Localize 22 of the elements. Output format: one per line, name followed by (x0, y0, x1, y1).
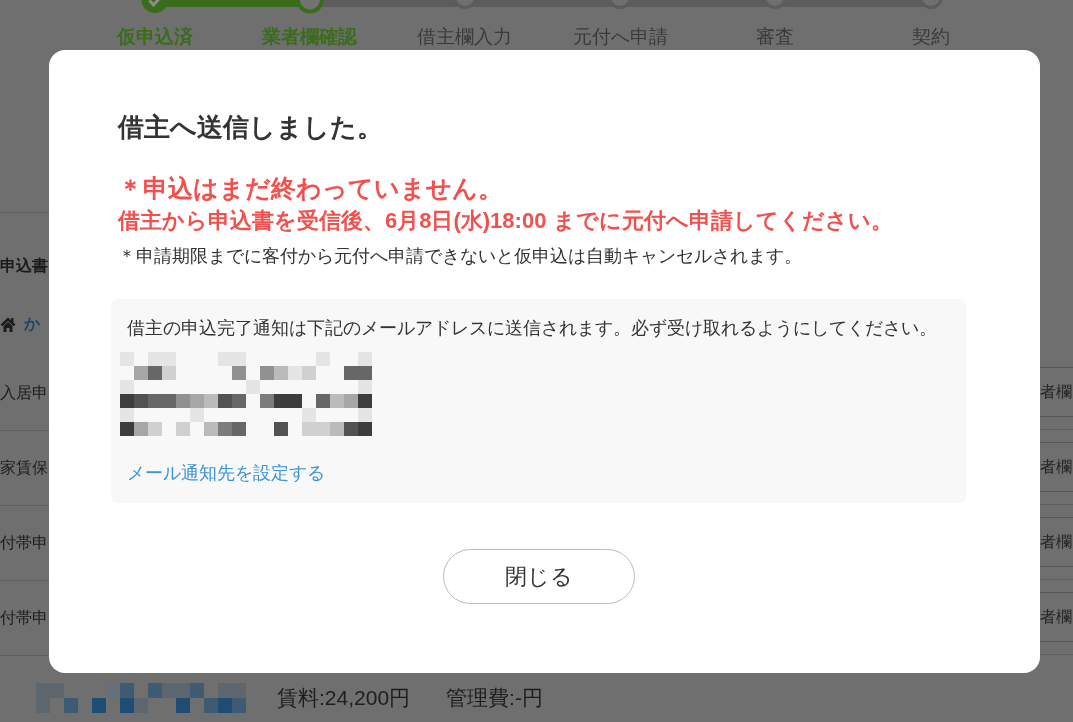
notification-settings-link[interactable]: メール通知先を設定する (127, 460, 325, 486)
row-button[interactable]: 者欄 (1040, 442, 1073, 492)
section-heading: 申込書 (0, 256, 49, 276)
warning-text: ＊申込はまだ終わっていません。 (118, 173, 504, 204)
management-fee-text: 管理費:-円 (446, 684, 543, 711)
house-icon (0, 316, 16, 332)
row-button[interactable]: 者欄 (1040, 517, 1073, 567)
note-text: ＊申請期限までに客付から元付へ申請できないと仮申込は自動キャンセルされます。 (118, 245, 803, 268)
rent-text: 賃料:24,200円 (277, 684, 411, 711)
row-button[interactable]: 者欄 (1040, 592, 1073, 642)
row-label: 付帯申 (0, 533, 48, 553)
close-button[interactable]: 閉じる (442, 549, 635, 604)
row-label: 家賃保 (0, 458, 48, 478)
row-button[interactable]: 者欄 (1040, 367, 1073, 417)
row-label: 付帯申 (0, 608, 48, 628)
deadline-text: 借主から申込書を受信後、6月8日(水)18:00 までに元付へ申請してください。 (118, 207, 894, 235)
property-link[interactable]: か (24, 313, 40, 335)
step-label: 仮申込済 (116, 25, 193, 49)
step-label: 業者欄確認 (262, 25, 358, 49)
dialog-title: 借主へ送信しました。 (118, 111, 384, 144)
row-label: 入居申 (0, 383, 48, 403)
notice-message: 借主の申込完了通知は下記のメールアドレスに送信されます。必ず受け取れるようにしてください。 (126, 317, 938, 340)
